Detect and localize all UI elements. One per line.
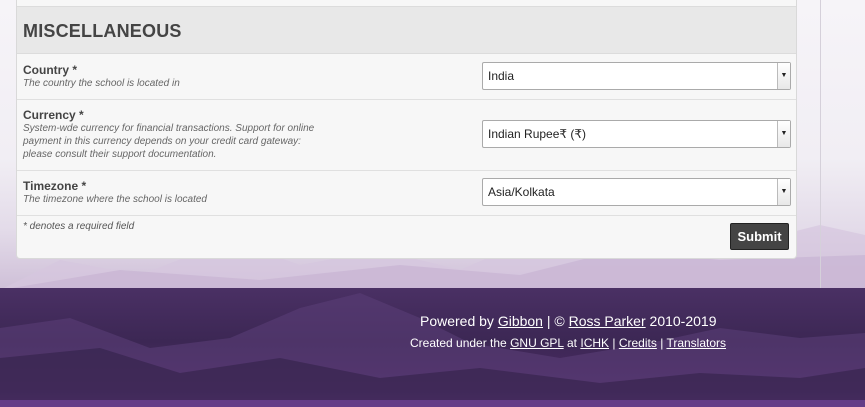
country-label: Country *: [23, 63, 77, 77]
country-select-value: India: [488, 69, 515, 83]
currency-label: Currency *: [23, 108, 84, 122]
credits-link[interactable]: Credits: [619, 336, 657, 350]
currency-select[interactable]: Indian Rupee₹ (₹) ▼: [482, 120, 791, 148]
section-title: MISCELLANEOUS: [23, 21, 182, 41]
timezone-select-value: Asia/Kolkata: [488, 185, 555, 199]
currency-row: Currency * System-wde currency for finan…: [17, 100, 796, 171]
settings-form: MISCELLANEOUS Country * The country the …: [16, 0, 797, 259]
page-footer: Powered by Gibbon | © Ross Parker 2010-2…: [0, 288, 865, 407]
country-select[interactable]: India ▼: [482, 62, 791, 90]
submit-button[interactable]: Submit: [730, 223, 789, 250]
translators-link[interactable]: Translators: [666, 336, 726, 350]
timezone-row: Timezone * The timezone where the school…: [17, 171, 796, 216]
gibbon-link[interactable]: Gibbon: [498, 313, 543, 329]
separator: |: [612, 336, 616, 350]
currency-description-line: payment in this currency depends on your…: [23, 136, 301, 147]
created-under-text: Created under the: [410, 336, 507, 350]
country-row: Country * The country the school is loca…: [17, 55, 796, 100]
ross-parker-link[interactable]: Ross Parker: [569, 313, 646, 329]
required-field-note: * denotes a required field: [23, 221, 135, 232]
country-description: The country the school is located in: [23, 78, 180, 89]
powered-by-text: Powered by: [420, 313, 494, 329]
chevron-down-icon: ▼: [777, 63, 790, 89]
currency-description-line: System-wde currency for financial transa…: [23, 123, 315, 134]
chevron-down-icon: ▼: [777, 121, 790, 147]
currency-description: System-wde currency for financial transa…: [23, 122, 343, 161]
separator: |: [660, 336, 664, 350]
gnu-gpl-link[interactable]: GNU GPL: [510, 336, 564, 350]
at-text: at: [567, 336, 578, 350]
timezone-select[interactable]: Asia/Kolkata ▼: [482, 178, 791, 206]
ichk-link[interactable]: ICHK: [580, 336, 609, 350]
copyright-text: | ©: [546, 313, 565, 329]
footer-line-1: Powered by Gibbon | © Ross Parker 2010-2…: [420, 313, 716, 329]
section-header: MISCELLANEOUS: [17, 6, 796, 54]
currency-select-value: Indian Rupee₹ (₹): [488, 127, 586, 141]
years-text: 2010-2019: [649, 313, 717, 329]
timezone-description: The timezone where the school is located: [23, 194, 207, 205]
timezone-label: Timezone *: [23, 179, 87, 193]
footer-line-2: Created under the GNU GPL at ICHK | Cred…: [410, 336, 726, 350]
chevron-down-icon: ▼: [777, 179, 790, 205]
content-border: [820, 0, 821, 288]
currency-description-line: please consult their support documentati…: [23, 149, 217, 160]
